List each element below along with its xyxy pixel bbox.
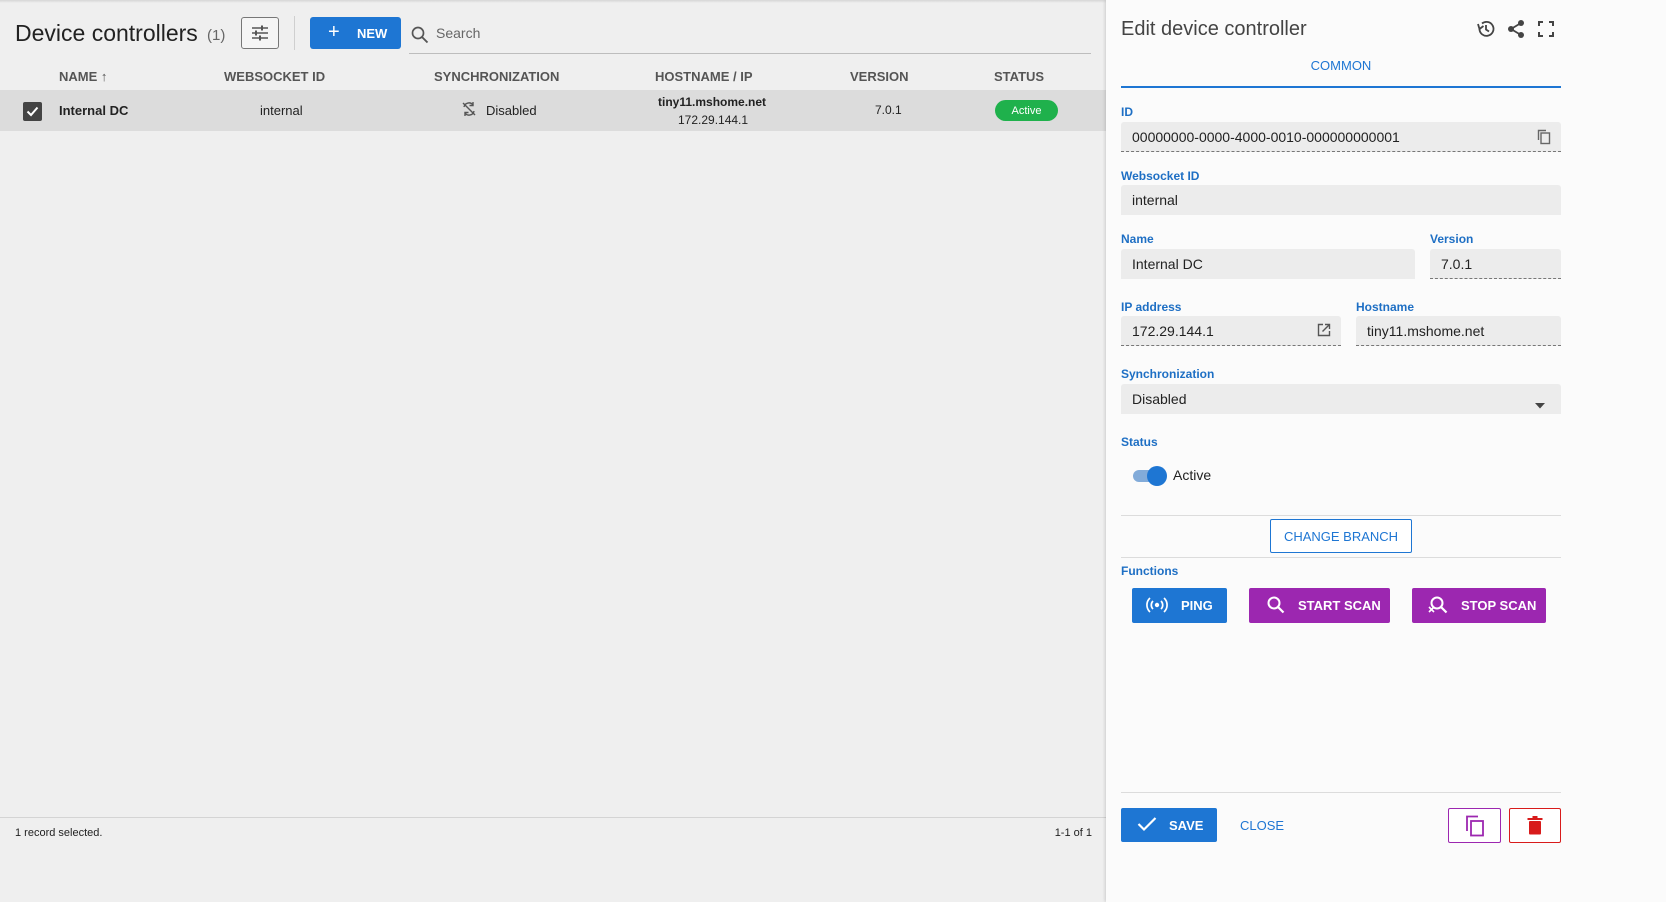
version-label: Version bbox=[1430, 232, 1473, 246]
search-icon bbox=[1267, 596, 1285, 617]
search-off-icon bbox=[1428, 596, 1448, 617]
column-name[interactable]: NAME ↑ bbox=[59, 69, 107, 84]
start-scan-button[interactable]: START SCAN bbox=[1249, 588, 1390, 623]
table-row[interactable]: Internal DC internal Disabled tiny11.msh… bbox=[0, 90, 1106, 131]
status-toggle-label: Active bbox=[1173, 467, 1211, 483]
change-branch-button[interactable]: CHANGE BRANCH bbox=[1270, 519, 1412, 553]
search-input[interactable] bbox=[436, 25, 1036, 41]
hostname-field[interactable]: tiny11.mshome.net bbox=[1356, 316, 1561, 346]
open-external-icon[interactable] bbox=[1317, 323, 1331, 340]
row-websocket-id: internal bbox=[260, 103, 303, 118]
toggle-knob bbox=[1147, 466, 1167, 486]
hostname-label: Hostname bbox=[1356, 300, 1414, 314]
row-synchronization: Disabled bbox=[486, 103, 537, 118]
tune-icon bbox=[251, 25, 269, 41]
column-hostname-ip[interactable]: HOSTNAME / IP bbox=[655, 69, 753, 84]
name-label: Name bbox=[1121, 232, 1154, 246]
row-checkbox[interactable] bbox=[23, 102, 42, 121]
search-bar bbox=[409, 16, 1091, 54]
synchronization-label: Synchronization bbox=[1121, 367, 1214, 381]
id-value: 00000000-0000-4000-0010-000000000001 bbox=[1132, 129, 1400, 145]
record-count: (1) bbox=[207, 27, 225, 44]
status-label: Status bbox=[1121, 435, 1158, 449]
edit-panel: Edit device controller COMMON ID 0000000… bbox=[1106, 0, 1666, 902]
functions-label: Functions bbox=[1121, 564, 1178, 578]
share-icon[interactable] bbox=[1505, 18, 1527, 40]
column-synchronization[interactable]: SYNCHRONIZATION bbox=[434, 69, 559, 84]
id-field[interactable]: 00000000-0000-4000-0010-000000000001 bbox=[1121, 122, 1561, 152]
save-button[interactable]: SAVE bbox=[1121, 808, 1217, 842]
divider bbox=[1121, 515, 1561, 516]
page-title: Device controllers bbox=[15, 20, 198, 47]
copy-icon bbox=[1465, 815, 1485, 837]
synchronization-value: Disabled bbox=[1132, 391, 1186, 407]
divider bbox=[1121, 557, 1561, 558]
trash-icon bbox=[1527, 816, 1543, 835]
delete-button[interactable] bbox=[1509, 808, 1561, 843]
column-status[interactable]: STATUS bbox=[994, 69, 1044, 84]
status-badge: Active bbox=[995, 100, 1058, 121]
panel-footer-divider bbox=[1121, 792, 1561, 793]
fullscreen-icon[interactable] bbox=[1535, 18, 1557, 40]
row-hostname: tiny11.mshome.net bbox=[658, 95, 766, 109]
name-field[interactable]: Internal DC bbox=[1121, 249, 1415, 279]
sort-arrow-up-icon: ↑ bbox=[101, 69, 108, 84]
copy-button[interactable] bbox=[1448, 808, 1501, 843]
ping-button[interactable]: PING bbox=[1132, 588, 1227, 623]
copy-id-icon[interactable] bbox=[1537, 129, 1551, 148]
panel-title: Edit device controller bbox=[1121, 18, 1307, 41]
version-field[interactable]: 7.0.1 bbox=[1430, 249, 1561, 279]
websocket-id-value: internal bbox=[1132, 192, 1178, 208]
device-list-pane: Device controllers (1) + NEW bbox=[0, 0, 1106, 902]
stop-scan-button[interactable]: STOP SCAN bbox=[1412, 588, 1546, 623]
check-icon bbox=[1137, 816, 1157, 835]
dropdown-arrow-icon bbox=[1535, 396, 1545, 412]
stop-scan-button-label: STOP SCAN bbox=[1461, 598, 1536, 613]
table-header: NAME ↑ WEBSOCKET ID SYNCHRONIZATION HOST… bbox=[0, 62, 1106, 90]
row-version: 7.0.1 bbox=[875, 103, 902, 117]
name-value: Internal DC bbox=[1132, 256, 1203, 272]
filter-settings-button[interactable] bbox=[241, 17, 279, 49]
plus-icon: + bbox=[328, 22, 340, 42]
start-scan-button-label: START SCAN bbox=[1298, 598, 1381, 613]
ping-button-label: PING bbox=[1181, 598, 1213, 613]
pagination-text: 1-1 of 1 bbox=[1055, 827, 1092, 839]
save-button-label: SAVE bbox=[1169, 818, 1203, 833]
column-websocket-id[interactable]: WEBSOCKET ID bbox=[224, 69, 325, 84]
list-header: Device controllers (1) + NEW bbox=[0, 16, 1106, 56]
sync-disabled-icon bbox=[461, 101, 477, 120]
ip-address-field[interactable]: 172.29.144.1 bbox=[1121, 316, 1341, 346]
list-footer: 1 record selected. 1-1 of 1 bbox=[0, 817, 1106, 902]
row-ip: 172.29.144.1 bbox=[678, 113, 748, 127]
close-button[interactable]: CLOSE bbox=[1240, 818, 1284, 833]
ip-address-value: 172.29.144.1 bbox=[1132, 323, 1214, 339]
new-button-label: NEW bbox=[357, 26, 387, 41]
version-value: 7.0.1 bbox=[1441, 256, 1472, 272]
new-button[interactable]: + NEW bbox=[310, 17, 401, 49]
websocket-id-field[interactable]: internal bbox=[1121, 185, 1561, 215]
history-icon[interactable] bbox=[1475, 18, 1497, 40]
websocket-id-label: Websocket ID bbox=[1121, 169, 1199, 183]
search-icon bbox=[411, 26, 429, 44]
column-version[interactable]: VERSION bbox=[850, 69, 909, 84]
checkmark-icon bbox=[26, 106, 39, 117]
id-label: ID bbox=[1121, 105, 1133, 119]
status-toggle[interactable] bbox=[1131, 466, 1165, 484]
records-selected-text: 1 record selected. bbox=[15, 827, 102, 839]
top-shadow bbox=[0, 0, 1106, 3]
header-divider bbox=[294, 16, 295, 50]
hostname-value: tiny11.mshome.net bbox=[1367, 323, 1484, 339]
tab-common[interactable]: COMMON bbox=[1121, 50, 1561, 88]
ping-signal-icon bbox=[1146, 596, 1168, 617]
row-name: Internal DC bbox=[59, 103, 128, 118]
synchronization-select[interactable]: Disabled bbox=[1121, 384, 1561, 414]
ip-address-label: IP address bbox=[1121, 300, 1181, 314]
